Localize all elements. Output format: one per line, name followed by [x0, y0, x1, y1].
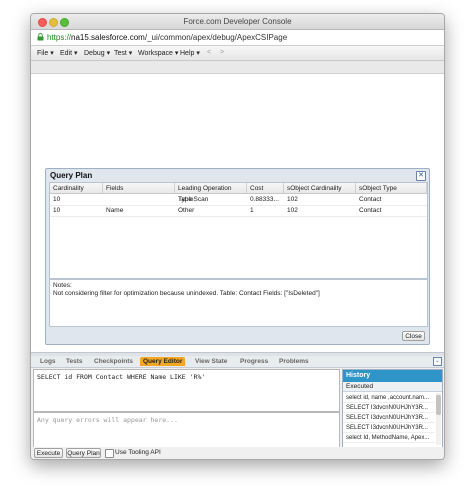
tab-progress[interactable]: Progress	[237, 357, 271, 366]
history-scrollbar[interactable]	[436, 393, 441, 445]
close-button[interactable]: Close	[402, 331, 425, 341]
history-item[interactable]: select Id, MethodName, Apex...	[343, 433, 435, 443]
cell-fields: Name	[106, 207, 124, 214]
history-panel: History Executed select id, name ,accoun…	[342, 369, 443, 448]
menu-file-label: File	[37, 50, 49, 57]
cell-cost: 0.88333...	[250, 196, 279, 203]
history-item[interactable]: SELECT I3dvcnN0UHJhY3R...	[343, 423, 435, 433]
history-item[interactable]: SELECT I3dvcnN0UHJhY3R...	[343, 403, 435, 413]
query-editor-input[interactable]: SELECT id FROM Contact WHERE Name LIKE '…	[33, 369, 340, 412]
query-plan-title: Query Plan	[50, 171, 93, 180]
tab-view-state[interactable]: View State	[192, 357, 230, 366]
menu-edit[interactable]: Edit ▾	[60, 49, 78, 57]
cell-sobject-type: Contact	[359, 207, 382, 214]
menu-workspace-label: Workspace	[138, 50, 173, 57]
developer-console-window: Force.com Developer Console https://na15…	[30, 13, 445, 460]
column-header-cost[interactable]: Cost	[247, 183, 284, 194]
notes-panel: Notes: Not considering filter for optimi…	[49, 279, 428, 327]
title-bar: Force.com Developer Console	[31, 14, 444, 30]
notes-text: Not considering filter for optimization …	[53, 290, 320, 297]
use-tooling-api-checkbox[interactable]	[105, 449, 114, 458]
cell-sobject-cardinality: 102	[287, 196, 298, 203]
lock-icon	[37, 33, 44, 41]
notes-title: Notes:	[53, 282, 72, 289]
menu-test-label: Test	[114, 50, 127, 57]
menu-bar: File ▾ Edit ▾ Debug ▾ Test ▾ Workspace ▾…	[31, 46, 444, 61]
cell-cardinality: 10	[53, 196, 61, 203]
menu-debug-label: Debug	[84, 50, 105, 57]
query-plan-button[interactable]: Query Plan	[66, 448, 101, 458]
execute-button[interactable]: Execute	[34, 448, 63, 458]
column-header-sobject-cardinality[interactable]: sObject Cardinality	[284, 183, 356, 194]
column-header-leading-operation-type[interactable]: Leading Operation Type	[175, 183, 247, 203]
menu-help[interactable]: Help ▾	[180, 49, 200, 57]
history-scroll-thumb[interactable]	[436, 395, 441, 415]
cell-cardinality: 10	[53, 207, 61, 214]
history-subheader: Executed	[343, 382, 442, 392]
url-scheme: https://	[47, 33, 72, 42]
tab-checkpoints[interactable]: Checkpoints	[91, 357, 136, 366]
query-plan-dialog: Query Plan ✕ Cardinality Fields Leading …	[45, 168, 430, 345]
bottom-tab-bar: Logs Tests Checkpoints Query Editor View…	[31, 356, 444, 368]
forward-arrow-icon[interactable]: >	[220, 49, 224, 56]
url-path: /_ui/common/apex/debug/ApexCSIPage	[144, 33, 288, 42]
column-header-sobject-type[interactable]: sObject Type	[356, 183, 427, 194]
menu-edit-label: Edit	[60, 50, 73, 57]
query-editor-footer: Execute Query Plan Use Tooling API	[31, 447, 444, 459]
query-plan-table: Cardinality Fields Leading Operation Typ…	[49, 182, 428, 279]
table-row[interactable]: 10 Name Other 1 102 Contact	[50, 205, 427, 217]
cell-sobject-type: Contact	[359, 196, 382, 203]
cell-sobject-cardinality: 102	[287, 207, 298, 214]
history-title: History	[343, 370, 442, 382]
menu-workspace[interactable]: Workspace ▾	[138, 49, 178, 57]
url-text[interactable]: https://na15.salesforce.com/_ui/common/a…	[47, 33, 287, 42]
tab-tests[interactable]: Tests	[63, 357, 86, 366]
collapse-panel-icon[interactable]: ⌄	[433, 357, 442, 366]
query-text: SELECT id FROM Contact WHERE Name LIKE '…	[37, 373, 206, 381]
column-header-fields[interactable]: Fields	[103, 183, 175, 194]
query-plan-header: Query Plan ✕	[46, 169, 429, 181]
menu-help-label: Help	[180, 50, 195, 57]
history-item[interactable]: SELECT I3dvcnN0UHJhY3R...	[343, 413, 435, 423]
url-bar[interactable]: https://na15.salesforce.com/_ui/common/a…	[31, 30, 444, 46]
cell-leading-operation-type: TableScan	[178, 196, 209, 203]
close-icon[interactable]: ✕	[416, 171, 426, 181]
tab-logs[interactable]: Logs	[37, 357, 59, 366]
tab-query-editor[interactable]: Query Editor	[140, 357, 186, 366]
history-item[interactable]: select id, name ,account.nam...	[343, 393, 435, 403]
query-errors-area[interactable]: Any query errors will appear here...	[33, 412, 340, 448]
window-title: Force.com Developer Console	[183, 17, 292, 26]
cell-fields	[103, 194, 175, 205]
column-header-cardinality[interactable]: Cardinality	[50, 183, 103, 194]
tab-problems[interactable]: Problems	[276, 357, 312, 366]
query-errors-placeholder: Any query errors will appear here...	[37, 416, 178, 424]
back-arrow-icon[interactable]: <	[207, 49, 211, 56]
url-host: na15.salesforce.com	[71, 33, 145, 42]
menu-file[interactable]: File ▾	[37, 49, 54, 57]
menu-debug[interactable]: Debug ▾	[84, 49, 110, 57]
use-tooling-api-label: Use Tooling API	[115, 449, 161, 456]
cell-cost: 1	[250, 207, 254, 214]
cell-leading-operation-type: Other	[178, 207, 195, 214]
menu-test[interactable]: Test ▾	[114, 49, 132, 57]
editor-tab-strip	[31, 61, 444, 74]
